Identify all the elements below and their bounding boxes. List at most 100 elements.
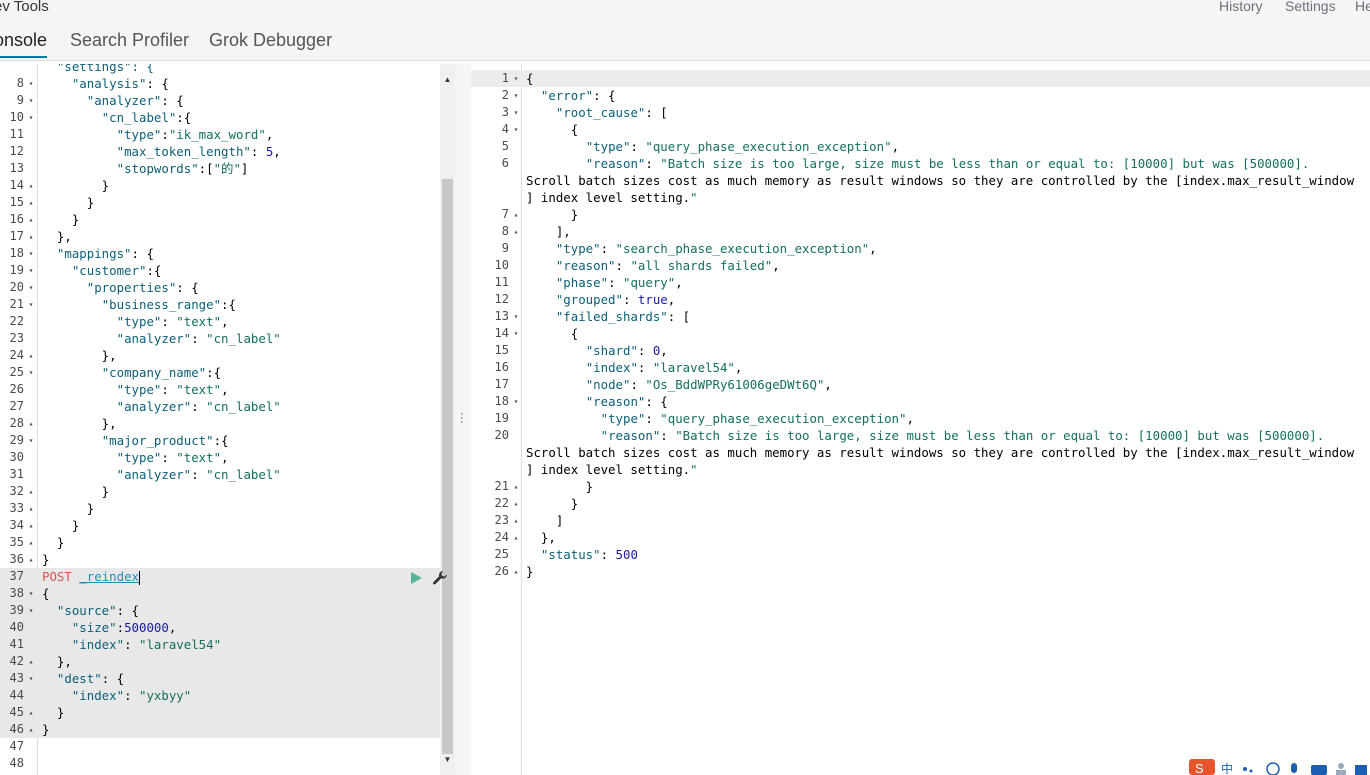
fold-open-icon[interactable]: ▾	[27, 92, 35, 109]
fold-close-icon[interactable]: ▴	[27, 194, 35, 211]
editor-line[interactable]: 28 ▴ },	[0, 415, 440, 432]
editor-line[interactable]: 27 "analyzer": "cn_label"	[0, 398, 440, 415]
editor-line[interactable]: 11 "type":"ik_max_word",	[0, 126, 440, 143]
editor-line[interactable]: 16 ▴ }	[0, 211, 440, 228]
request-line[interactable]: 45 ▴ }	[0, 704, 440, 721]
request-line[interactable]: 42 ▴ },	[0, 653, 440, 670]
request-line[interactable]: 40 "size":500000,	[0, 619, 440, 636]
fold-close-icon[interactable]: ▴	[512, 206, 520, 223]
fold-open-icon[interactable]: ▾	[27, 296, 35, 313]
tab-grok-debugger[interactable]: Grok Debugger	[209, 30, 332, 51]
editor-line[interactable]: 9 ▾ "analyzer": {	[0, 92, 440, 109]
fold-open-icon[interactable]: ▾	[27, 585, 35, 602]
editor-line[interactable]: 26 "type": "text",	[0, 381, 440, 398]
tab-console[interactable]: onsole	[0, 30, 48, 58]
request-line[interactable]: 43 ▾ "dest": {	[0, 670, 440, 687]
code-text: }	[42, 535, 65, 550]
resize-handle-icon[interactable]: · · ·	[460, 409, 464, 428]
request-line[interactable]: 38 ▾ {	[0, 585, 440, 602]
fold-close-icon[interactable]: ▴	[27, 228, 35, 245]
editor-line[interactable]: 36 ▴}	[0, 551, 440, 568]
fold-close-icon[interactable]: ▴	[512, 223, 520, 240]
editor-line[interactable]: 15 ▴ }	[0, 194, 440, 211]
play-icon[interactable]	[409, 571, 423, 585]
ime-toolbar[interactable]: S 中	[1185, 757, 1370, 775]
scroll-thumb[interactable]	[442, 179, 453, 754]
fold-close-icon[interactable]: ▴	[27, 653, 35, 670]
fold-close-icon[interactable]: ▴	[27, 534, 35, 551]
fold-close-icon[interactable]: ▴	[27, 177, 35, 194]
tab-search-profiler[interactable]: Search Profiler	[70, 30, 189, 51]
editor-line[interactable]: 47	[0, 738, 440, 755]
editor-line[interactable]: 12 "max_token_length": 5,	[0, 143, 440, 160]
editor-line[interactable]: 35 ▴ }	[0, 534, 440, 551]
fold-close-icon[interactable]: ▴	[27, 347, 35, 364]
scroll-up-icon[interactable]: ▲	[440, 72, 455, 87]
request-line[interactable]: 37 POST _reindex	[0, 568, 440, 585]
request-line[interactable]: 46 ▴}	[0, 721, 440, 738]
request-editor[interactable]: "settings": { 8 ▾ "analysis": {9 ▾ "analyz…	[0, 64, 455, 775]
settings-link[interactable]: Settings	[1285, 0, 1336, 14]
editor-line[interactable]: 31 "analyzer": "cn_label"	[0, 466, 440, 483]
fold-open-icon[interactable]: ▾	[27, 670, 35, 687]
fold-open-icon[interactable]: ▾	[27, 262, 35, 279]
request-line[interactable]: 44 "index": "yxbyy"	[0, 687, 440, 704]
fold-open-icon[interactable]: ▾	[512, 308, 520, 325]
scroll-down-icon[interactable]: ▼	[440, 752, 455, 767]
editor-line[interactable]: 13 "stopwords":["的"]	[0, 160, 440, 177]
fold-close-icon[interactable]: ▴	[27, 211, 35, 228]
request-line[interactable]: 41 "index": "laravel54"	[0, 636, 440, 653]
fold-open-icon[interactable]: ▾	[27, 245, 35, 262]
fold-open-icon[interactable]: ▾	[512, 393, 520, 410]
fold-close-icon[interactable]: ▴	[512, 529, 520, 546]
fold-open-icon[interactable]: ▾	[27, 432, 35, 449]
request-lines[interactable]: "settings": { 8 ▾ "analysis": {9 ▾ "analyz…	[0, 64, 440, 770]
fold-close-icon[interactable]: ▴	[27, 551, 35, 568]
editor-line[interactable]: 24 ▴ },	[0, 347, 440, 364]
fold-open-icon[interactable]: ▾	[27, 279, 35, 296]
editor-line[interactable]: 48	[0, 755, 440, 772]
editor-line[interactable]: 33 ▴ }	[0, 500, 440, 517]
editor-line[interactable]: 34 ▴ }	[0, 517, 440, 534]
fold-close-icon[interactable]: ▴	[27, 483, 35, 500]
editor-line[interactable]: 10 ▾ "cn_label":{	[0, 109, 440, 126]
fold-close-icon[interactable]: ▴	[512, 478, 520, 495]
fold-open-icon[interactable]: ▾	[512, 104, 520, 121]
history-link[interactable]: History	[1219, 0, 1263, 14]
fold-open-icon[interactable]: ▾	[512, 70, 520, 87]
editor-line[interactable]: 14 ▴ }	[0, 177, 440, 194]
fold-open-icon[interactable]: ▾	[27, 109, 35, 126]
fold-close-icon[interactable]: ▴	[27, 415, 35, 432]
fold-close-icon[interactable]: ▴	[512, 563, 520, 580]
editor-line[interactable]: 18 ▾ "mappings": {	[0, 245, 440, 262]
editor-line[interactable]: 22 "type": "text",	[0, 313, 440, 330]
editor-line[interactable]: 32 ▴ }	[0, 483, 440, 500]
editor-line[interactable]: 25 ▾ "company_name":{	[0, 364, 440, 381]
fold-close-icon[interactable]: ▴	[512, 495, 520, 512]
help-link[interactable]: He	[1355, 0, 1370, 14]
panel-resizer[interactable]: · · ·	[455, 64, 471, 775]
fold-open-icon[interactable]: ▾	[27, 602, 35, 619]
fold-close-icon[interactable]: ▴	[512, 512, 520, 529]
fold-close-icon[interactable]: ▴	[27, 704, 35, 721]
response-panel[interactable]: 1 ▾{2 ▾ "error": {3 ▾ "root_cause": [4 ▾ {5 …	[471, 64, 1370, 775]
fold-open-icon[interactable]: ▾	[27, 364, 35, 381]
fold-close-icon[interactable]: ▴	[27, 500, 35, 517]
editor-line[interactable]: 20 ▾ "properties": {	[0, 279, 440, 296]
request-scrollbar[interactable]: ▲ ▼	[440, 64, 455, 775]
editor-line[interactable]: 17 ▴ },	[0, 228, 440, 245]
editor-line[interactable]: 29 ▾ "major_product":{	[0, 432, 440, 449]
editor-line[interactable]: 30 "type": "text",	[0, 449, 440, 466]
request-line[interactable]: 39 ▾ "source": {	[0, 602, 440, 619]
wrench-icon[interactable]	[432, 570, 448, 586]
fold-open-icon[interactable]: ▾	[27, 75, 35, 92]
fold-close-icon[interactable]: ▴	[27, 517, 35, 534]
fold-close-icon[interactable]: ▴	[27, 721, 35, 738]
fold-open-icon[interactable]: ▾	[512, 87, 520, 104]
fold-open-icon[interactable]: ▾	[512, 121, 520, 138]
fold-open-icon[interactable]: ▾	[512, 325, 520, 342]
editor-line[interactable]: 8 ▾ "analysis": {	[0, 75, 440, 92]
editor-line[interactable]: 21 ▾ "business_range":{	[0, 296, 440, 313]
editor-line[interactable]: 23 "analyzer": "cn_label"	[0, 330, 440, 347]
editor-line[interactable]: 19 ▾ "customer":{	[0, 262, 440, 279]
